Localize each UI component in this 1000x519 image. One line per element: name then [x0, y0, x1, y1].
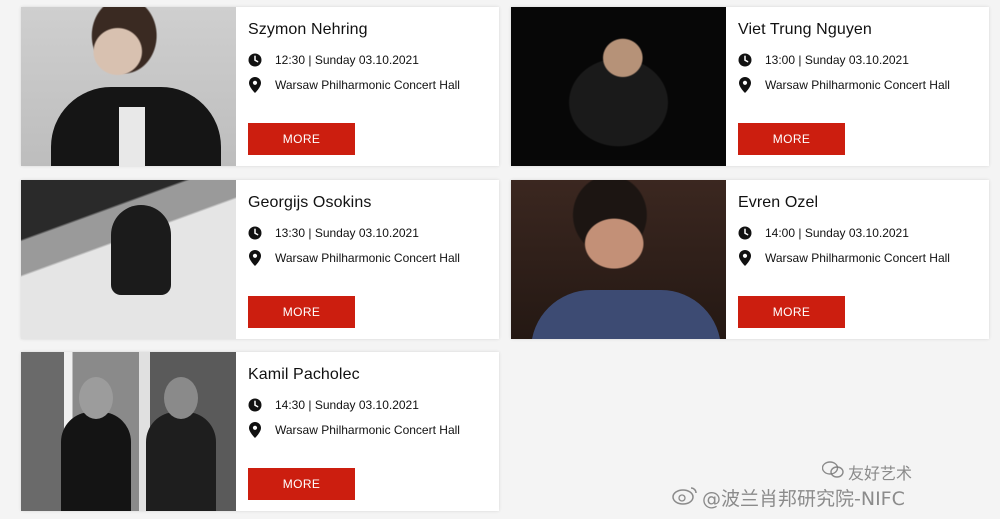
artist-name: Kamil Pacholec — [248, 366, 360, 383]
clock-icon — [738, 52, 752, 68]
concert-time: 13:30 | Sunday 03.10.2021 — [248, 225, 499, 241]
map-pin-icon — [248, 77, 262, 93]
time-text: 14:00 | Sunday 03.10.2021 — [765, 226, 909, 240]
artist-photo[interactable] — [21, 180, 236, 339]
venue-text: Warsaw Philharmonic Concert Hall — [765, 251, 950, 265]
more-button[interactable]: MORE — [248, 296, 355, 328]
artist-name: Evren Ozel — [738, 194, 819, 211]
concert-time: 12:30 | Sunday 03.10.2021 — [248, 52, 499, 68]
time-text: 13:00 | Sunday 03.10.2021 — [765, 53, 909, 67]
more-button[interactable]: MORE — [248, 468, 355, 500]
artist-photo[interactable] — [511, 7, 726, 166]
clock-icon — [738, 225, 752, 241]
concert-venue: Warsaw Philharmonic Concert Hall — [248, 422, 499, 438]
concert-card: Kamil Pacholec 14:30 | Sunday 03.10.2021… — [21, 352, 499, 511]
weibo-icon — [672, 485, 698, 510]
artist-name: Viet Trung Nguyen — [738, 21, 872, 38]
map-pin-icon — [248, 250, 262, 266]
venue-text: Warsaw Philharmonic Concert Hall — [765, 78, 950, 92]
artist-name: Georgijs Osokins — [248, 194, 372, 211]
watermark-text: @波兰肖邦研究院-NIFC — [702, 488, 905, 510]
clock-icon — [248, 397, 262, 413]
time-text: 12:30 | Sunday 03.10.2021 — [275, 53, 419, 67]
venue-text: Warsaw Philharmonic Concert Hall — [275, 423, 460, 437]
venue-text: Warsaw Philharmonic Concert Hall — [275, 251, 460, 265]
artist-photo[interactable] — [21, 352, 236, 511]
time-text: 13:30 | Sunday 03.10.2021 — [275, 226, 419, 240]
clock-icon — [248, 52, 262, 68]
concert-time: 14:30 | Sunday 03.10.2021 — [248, 397, 499, 413]
watermark-weibo: @波兰肖邦研究院-NIFC — [672, 484, 905, 511]
time-text: 14:30 | Sunday 03.10.2021 — [275, 398, 419, 412]
concert-venue: Warsaw Philharmonic Concert Hall — [248, 77, 499, 93]
concert-card: Viet Trung Nguyen 13:00 | Sunday 03.10.2… — [511, 7, 989, 166]
map-pin-icon — [738, 250, 752, 266]
concert-time: 14:00 | Sunday 03.10.2021 — [738, 225, 989, 241]
watermark-text: 友好艺术 — [848, 464, 913, 483]
concert-card: Evren Ozel 14:00 | Sunday 03.10.2021 War… — [511, 180, 989, 339]
artist-name: Szymon Nehring — [248, 21, 368, 38]
more-button[interactable]: MORE — [738, 296, 845, 328]
concert-venue: Warsaw Philharmonic Concert Hall — [738, 250, 989, 266]
concert-card: Szymon Nehring 12:30 | Sunday 03.10.2021… — [21, 7, 499, 166]
more-button[interactable]: MORE — [738, 123, 845, 155]
concert-venue: Warsaw Philharmonic Concert Hall — [738, 77, 989, 93]
artist-photo[interactable] — [21, 7, 236, 166]
artist-photo[interactable] — [511, 180, 726, 339]
concert-venue: Warsaw Philharmonic Concert Hall — [248, 250, 499, 266]
venue-text: Warsaw Philharmonic Concert Hall — [275, 78, 460, 92]
map-pin-icon — [248, 422, 262, 438]
more-button[interactable]: MORE — [248, 123, 355, 155]
clock-icon — [248, 225, 262, 241]
concert-time: 13:00 | Sunday 03.10.2021 — [738, 52, 989, 68]
concert-card: Georgijs Osokins 13:30 | Sunday 03.10.20… — [21, 180, 499, 339]
map-pin-icon — [738, 77, 752, 93]
wechat-icon — [821, 461, 844, 483]
watermark-wechat: 友好艺术 — [821, 460, 913, 484]
